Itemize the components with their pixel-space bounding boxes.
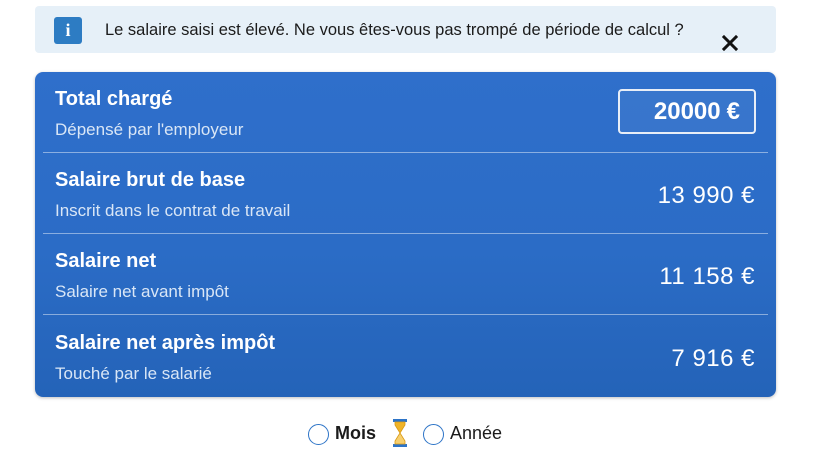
row-title: Salaire net — [55, 250, 157, 272]
radio-button[interactable] — [423, 424, 445, 445]
row-total-charge: Total chargé Dépensé par l'employeur € — [35, 72, 776, 153]
row-title: Total chargé — [55, 88, 173, 110]
radio-label: Année — [450, 422, 503, 443]
row-subtitle: Salaire net avant impôt — [55, 282, 229, 301]
row-salaire-net: Salaire net Salaire net avant impôt 11 1… — [35, 234, 776, 315]
row-title: Salaire net après impôt — [55, 332, 276, 354]
row-subtitle: Dépensé par l'employeur — [55, 120, 244, 139]
salaire-net-apres-impot-value[interactable]: 7 916 € — [671, 345, 755, 373]
hourglass-icon — [393, 419, 408, 447]
salaire-net-value[interactable]: 11 158 € — [659, 263, 755, 291]
row-subtitle: Inscrit dans le contrat de travail — [55, 201, 291, 220]
salary-simulator-panel: Total chargé Dépensé par l'employeur € S… — [35, 72, 776, 397]
row-salaire-brut: Salaire brut de base Inscrit dans le con… — [35, 153, 776, 234]
currency-symbol: € — [726, 97, 740, 125]
radio-button[interactable] — [308, 424, 329, 445]
row-title: Salaire brut de base — [55, 169, 246, 191]
period-option-annee[interactable]: Année — [423, 421, 502, 445]
total-charge-field[interactable]: € — [618, 89, 756, 134]
radio-label: Mois — [335, 422, 377, 443]
salary-warning-alert: i Le salaire saisi est élevé. Ne vous êt… — [35, 6, 776, 53]
salaire-brut-value[interactable]: 13 990 € — [658, 182, 755, 210]
row-subtitle: Touché par le salarié — [55, 364, 212, 383]
alert-message: Le salaire saisi est élevé. Ne vous êtes… — [105, 21, 684, 39]
period-option-mois[interactable]: Mois — [308, 421, 376, 445]
period-selector: Mois Année — [308, 418, 502, 448]
row-salaire-net-apres-impot: Salaire net après impôt Touché par le sa… — [35, 316, 776, 397]
close-icon[interactable] — [720, 33, 740, 53]
total-charge-input[interactable] — [642, 97, 721, 126]
row-divider — [43, 314, 768, 315]
info-icon: i — [54, 17, 82, 44]
